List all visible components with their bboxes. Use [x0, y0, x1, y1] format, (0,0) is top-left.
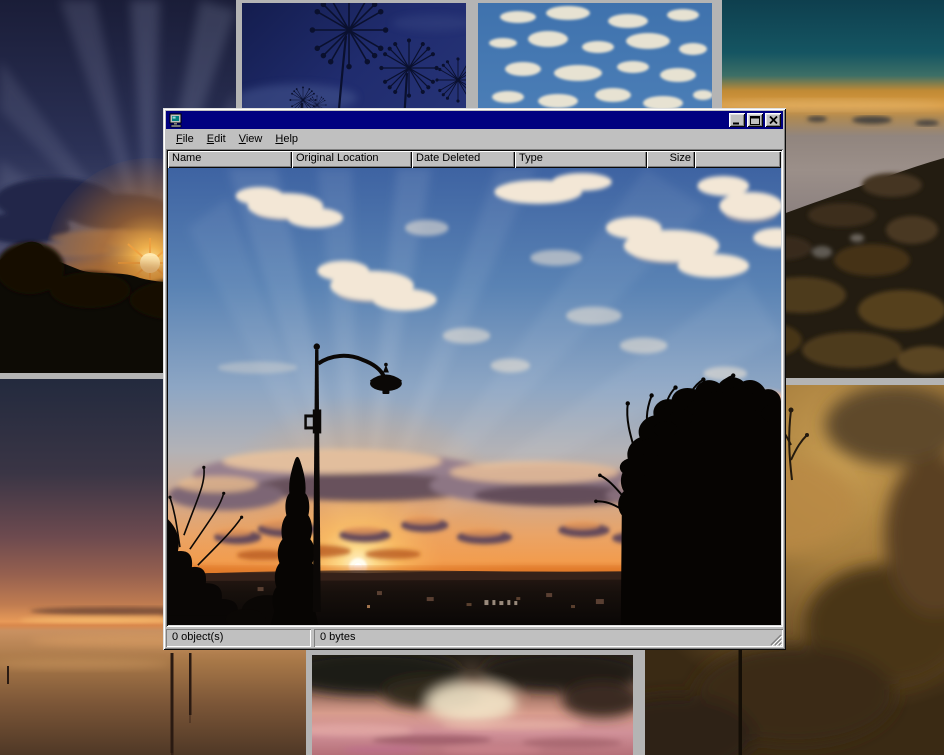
status-objects-text: 0 object(s) [172, 631, 223, 643]
status-bytes-panel: 0 bytes [314, 629, 783, 647]
menu-file[interactable]: File [172, 132, 198, 146]
wallpaper-photo-reflections [312, 655, 633, 755]
column-header-size[interactable]: Size [647, 151, 695, 168]
list-viewport[interactable] [168, 168, 781, 625]
menu-edit-label: dit [214, 133, 226, 145]
column-label: Name [172, 152, 201, 164]
column-label: Date Deleted [416, 152, 480, 164]
resize-grip[interactable] [769, 633, 782, 646]
reflections-art [312, 655, 633, 755]
maximize-icon [750, 116, 760, 125]
resize-grip-icon [769, 633, 782, 646]
maximize-button[interactable] [747, 113, 763, 127]
menu-file-label: ile [183, 133, 194, 145]
status-objects-panel: 0 object(s) [166, 629, 311, 647]
desktop-wallpaper: File Edit View Help Name Original Locati… [0, 0, 944, 755]
computer-icon [168, 113, 184, 128]
menu-edit[interactable]: Edit [203, 132, 230, 146]
column-header-date-deleted[interactable]: Date Deleted [412, 151, 515, 168]
menu-help[interactable]: Help [271, 132, 302, 146]
close-button[interactable] [765, 113, 781, 127]
minimize-icon [732, 116, 742, 125]
menubar: File Edit View Help [166, 129, 783, 149]
menu-view[interactable]: View [235, 132, 267, 146]
column-header-type[interactable]: Type [515, 151, 647, 168]
column-label: Original Location [296, 152, 379, 164]
recycle-bin-window: File Edit View Help Name Original Locati… [163, 108, 786, 650]
menu-file-mnemonic: F [176, 133, 183, 145]
column-label: Size [670, 152, 691, 164]
status-bytes-text: 0 bytes [320, 631, 355, 643]
menu-help-label: elp [283, 133, 298, 145]
column-header-name[interactable]: Name [168, 151, 292, 168]
column-label: Type [519, 152, 543, 164]
titlebar[interactable] [166, 111, 783, 129]
column-header-row: Name Original Location Date Deleted Type… [168, 151, 781, 168]
file-listview[interactable]: Name Original Location Date Deleted Type… [166, 149, 783, 627]
minimize-button[interactable] [729, 113, 745, 127]
computer-icon-art [168, 113, 184, 128]
menu-edit-mnemonic: E [207, 133, 214, 145]
column-header-original-location[interactable]: Original Location [292, 151, 412, 168]
menu-view-label: iew [246, 133, 263, 145]
sunset-lamppost-photo [168, 168, 781, 625]
close-icon [769, 116, 778, 124]
column-header-filler[interactable] [695, 151, 781, 168]
statusbar: 0 object(s) 0 bytes [166, 629, 783, 647]
menu-view-mnemonic: V [239, 133, 246, 145]
